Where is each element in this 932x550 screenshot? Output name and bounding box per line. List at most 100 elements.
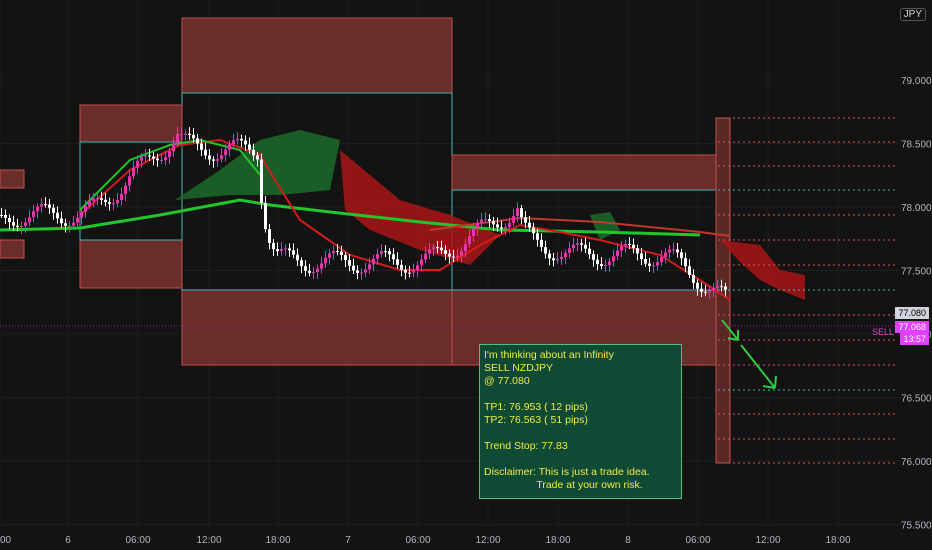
note-line <box>484 427 677 440</box>
candle-body <box>708 290 711 293</box>
candle-body <box>156 158 159 161</box>
candle-body <box>616 250 619 257</box>
candle-body <box>320 263 323 269</box>
candle-body <box>576 243 579 245</box>
candle-body <box>152 156 155 159</box>
candle-body <box>16 225 19 228</box>
candle-body <box>304 266 307 271</box>
candle-body <box>228 144 231 150</box>
y-tick-label: 76.000 <box>901 457 932 468</box>
candle-body <box>148 155 151 157</box>
candle-body <box>40 204 43 207</box>
candle-body <box>248 144 251 150</box>
candle-body <box>680 252 683 259</box>
candle-body <box>36 206 39 212</box>
symbol-label: JPY <box>899 8 926 21</box>
candle-body <box>324 257 327 264</box>
candle-body <box>332 251 335 254</box>
candle-body <box>220 155 223 160</box>
candle-body <box>108 202 111 204</box>
candle-body <box>408 272 411 274</box>
candle-body <box>296 254 299 261</box>
candle-body <box>624 243 627 247</box>
candle-body <box>168 151 171 158</box>
candle-body <box>76 217 79 223</box>
candle-body <box>160 159 163 161</box>
candle-body <box>664 252 667 258</box>
candle-body <box>20 226 23 228</box>
candle-body <box>420 259 423 266</box>
note-line: Trend Stop: 77.83 <box>484 440 568 452</box>
candle-body <box>340 251 343 255</box>
candle-body <box>364 269 367 273</box>
trade-idea-note: I'm thinking about an Infinity SELL NZDJ… <box>479 344 682 499</box>
candle-body <box>348 260 351 266</box>
candle-body <box>72 222 75 226</box>
candle-body <box>68 225 71 227</box>
y-tick-label: 76.500 <box>901 394 932 405</box>
candle-body <box>444 250 447 254</box>
candle-body <box>208 155 211 160</box>
x-tick-label: 12:00 <box>755 535 780 546</box>
candle-body <box>292 250 295 255</box>
candle-body <box>484 219 487 221</box>
x-tick-label: 18:00 <box>265 535 290 546</box>
candle-body <box>724 286 727 290</box>
candle-body <box>212 159 215 161</box>
candle-body <box>412 270 415 273</box>
candle-body <box>48 204 51 208</box>
candle-body <box>256 155 259 160</box>
note-line <box>484 388 677 401</box>
candle-body <box>668 249 671 253</box>
candle-body <box>200 143 203 150</box>
x-tick-label: 12:00 <box>196 535 221 546</box>
candle-body <box>4 215 7 218</box>
candle-body <box>356 270 359 273</box>
candle-body <box>32 211 35 218</box>
candle-body <box>288 248 291 251</box>
candle-body <box>488 219 491 222</box>
note-line: TP2: 76.563 ( 51 pips) <box>484 414 588 426</box>
candle-body <box>88 200 91 206</box>
candle-body <box>644 259 647 264</box>
candle-body <box>532 227 535 234</box>
candle-body <box>192 134 195 139</box>
candle-body <box>96 198 99 200</box>
x-tick-label: 8 <box>625 535 631 546</box>
y-tick-label: 78.500 <box>901 140 932 151</box>
candle-body <box>436 247 439 249</box>
candle-body <box>456 255 459 258</box>
candle-body <box>508 222 511 228</box>
candle-body <box>376 253 379 259</box>
candle-body <box>416 265 419 271</box>
candle-body <box>204 149 207 156</box>
candle-body <box>476 222 479 229</box>
candle-body <box>552 258 555 261</box>
candle-body <box>400 264 403 270</box>
candle-body <box>44 204 47 206</box>
candle-body <box>172 143 175 152</box>
candle-body <box>588 248 591 255</box>
x-tick-label: 18:00 <box>545 535 570 546</box>
candle-body <box>260 159 263 204</box>
candle-body <box>240 138 243 141</box>
candle-body <box>404 269 407 273</box>
candle-body <box>428 249 431 254</box>
candle-body <box>600 264 603 267</box>
candle-body <box>696 282 699 289</box>
candle-body <box>544 247 547 254</box>
candle-body <box>608 261 611 266</box>
candle-body <box>0 215 3 216</box>
candle-body <box>684 258 687 267</box>
note-line: Trade at your own risk. <box>484 479 643 491</box>
note-line <box>484 453 677 466</box>
candle-body <box>440 247 443 251</box>
candle-body <box>116 199 119 204</box>
candle-body <box>56 212 59 219</box>
price-chart[interactable]: 79.00078.50078.00077.50077.00076.50076.0… <box>0 0 932 550</box>
candle-body <box>688 266 691 275</box>
candle-body <box>632 244 635 249</box>
y-tick-label: 75.500 <box>901 521 932 532</box>
candle-body <box>520 208 523 218</box>
x-tick-label: 12:00 <box>475 535 500 546</box>
